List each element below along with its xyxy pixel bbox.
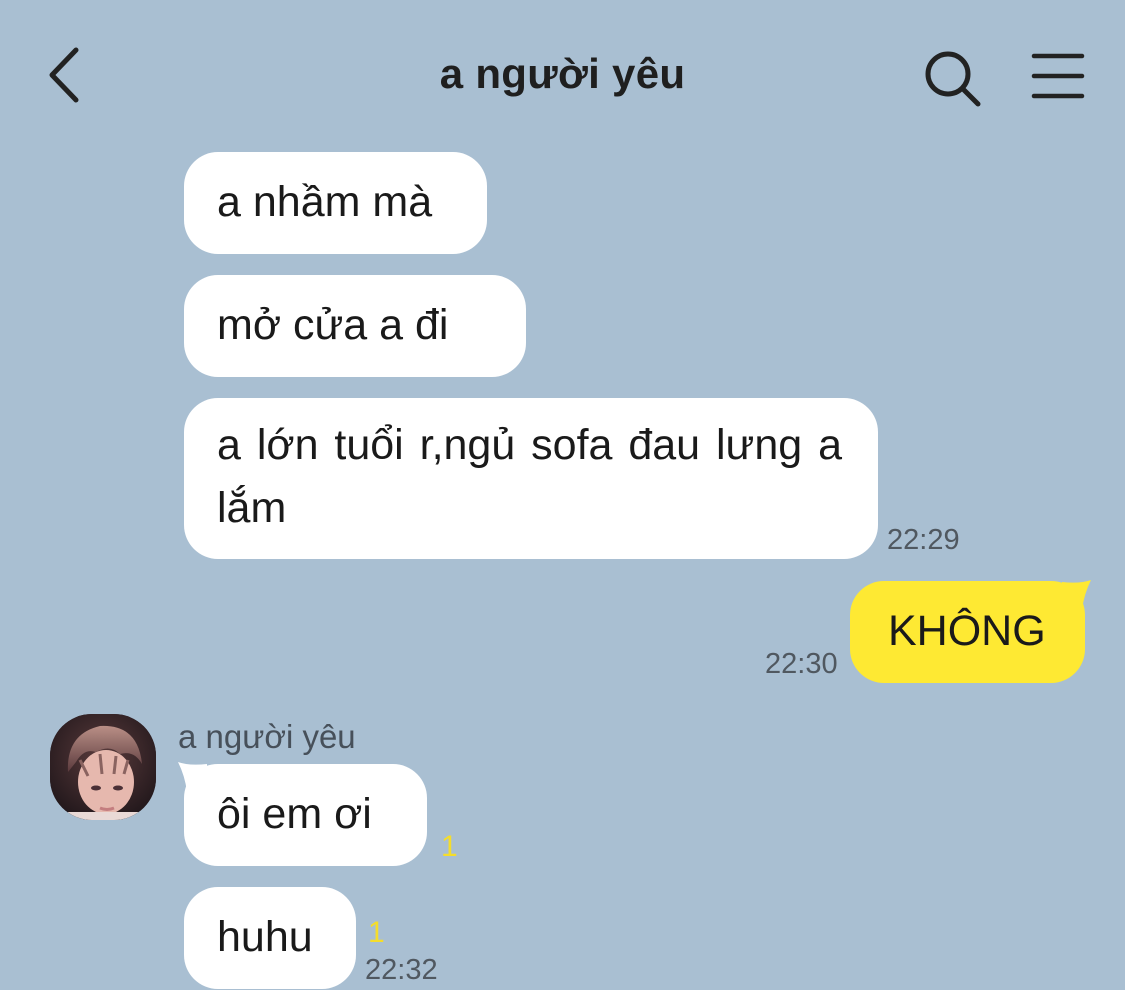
menu-button[interactable] (1028, 50, 1090, 104)
chat-header: a người yêu (0, 0, 1125, 150)
message-bubble-outgoing[interactable]: KHÔNG (850, 581, 1085, 683)
message-bubble-incoming[interactable]: mở cửa a đi (184, 275, 526, 377)
message-timestamp: 22:30 (765, 648, 838, 680)
message-text: mở cửa a đi (217, 301, 449, 349)
search-icon (925, 51, 981, 107)
avatar[interactable] (50, 714, 156, 820)
search-button[interactable] (920, 46, 986, 112)
sender-name: a người yêu (178, 718, 356, 755)
unread-count: 1 (368, 916, 385, 949)
message-bubble-incoming[interactable]: a lớn tuổi r,ngủ sofa đau lưng a lắm (184, 398, 878, 559)
message-text: huhu (217, 913, 313, 961)
message-timestamp: 22:32 (365, 954, 438, 986)
message-bubble-incoming[interactable]: huhu (184, 887, 356, 989)
message-text: a lớn tuổi r,ngủ sofa đau lưng a lắm (217, 421, 842, 532)
profile-photo-icon (50, 714, 156, 820)
message-text: a nhầm mà (217, 178, 433, 226)
message-text: KHÔNG (888, 607, 1046, 655)
message-timestamp: 22:29 (887, 524, 960, 556)
message-bubble-incoming[interactable]: ôi em ơi (184, 764, 427, 866)
message-text: ôi em ơi (217, 790, 372, 838)
unread-count: 1 (441, 830, 458, 863)
hamburger-menu-icon (1031, 53, 1085, 99)
message-bubble-incoming[interactable]: a nhầm mà (184, 152, 487, 254)
